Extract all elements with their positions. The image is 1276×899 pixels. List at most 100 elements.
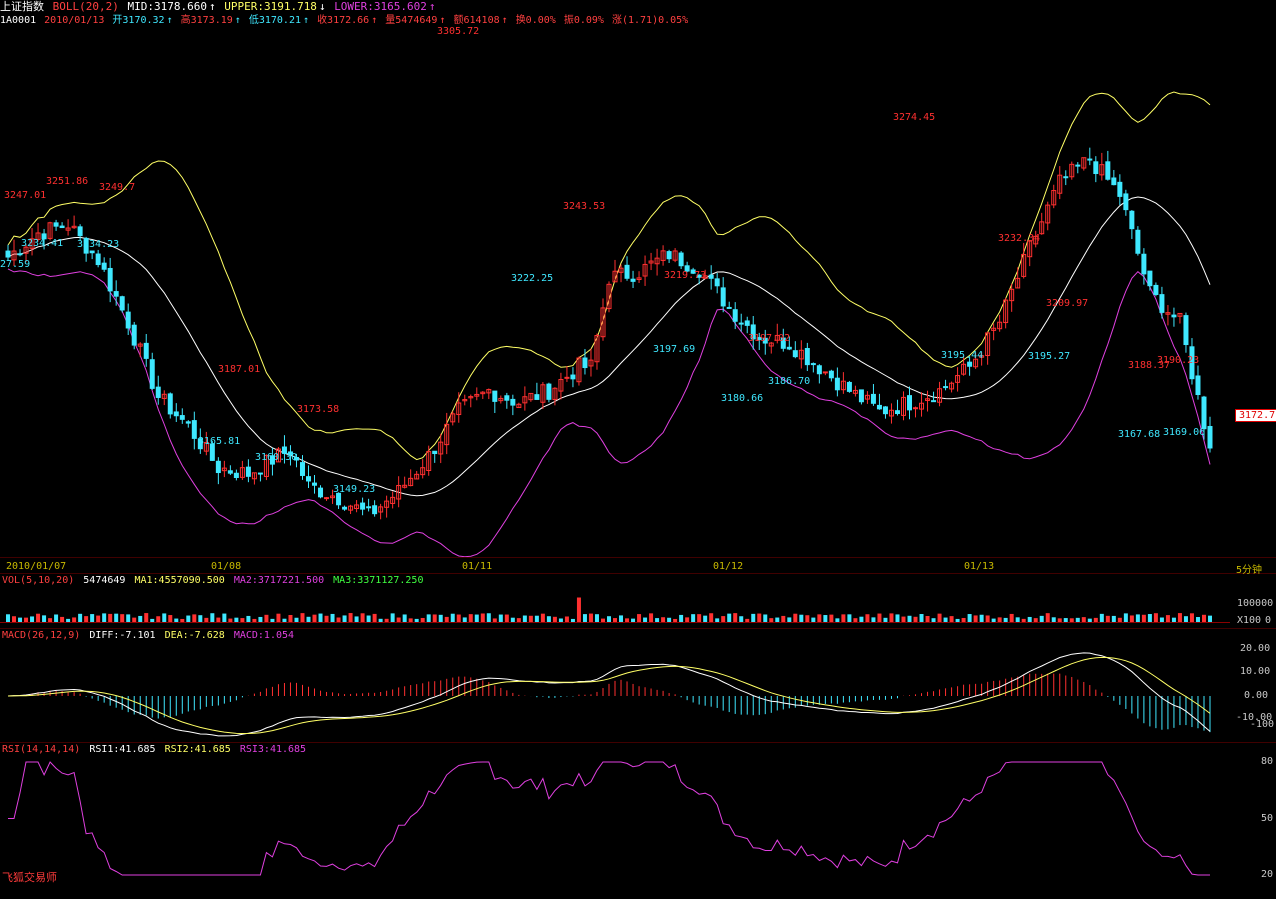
volume-bar <box>631 618 636 622</box>
date-label-1: 2010/01/07 <box>6 561 67 572</box>
rsi-1: RSI1:41.685 <box>89 744 156 755</box>
volume-bar <box>943 617 948 622</box>
index-title: 上证指数 <box>0 0 44 13</box>
candle-body <box>167 393 173 415</box>
volume-bar <box>853 618 858 622</box>
volume-bar <box>54 614 59 622</box>
vol-axis-zero: 0 <box>1265 615 1272 626</box>
low-annotation: 3234.41 <box>21 238 63 249</box>
turnover-value: 换0.00% <box>515 15 556 26</box>
macd-macd: MACD:1.054 <box>233 630 295 641</box>
volume-bar <box>625 618 630 622</box>
volume-header: VOL(5,10,20) 5474649 MA1:4557090.500 MA2… <box>2 575 426 587</box>
vol-ma3: MA3:3371127.250 <box>333 575 424 586</box>
candle-body <box>870 393 876 404</box>
volume-bar <box>528 615 533 622</box>
volume-bar <box>997 617 1002 622</box>
volume-bar <box>84 616 89 622</box>
candle-body <box>582 357 588 369</box>
candle-body <box>846 381 852 392</box>
candle-body <box>1087 158 1093 161</box>
volume-bar <box>450 613 455 622</box>
volume-bar <box>342 615 347 622</box>
volume-bar <box>96 615 101 622</box>
volume-bar <box>919 614 924 622</box>
candle-body <box>504 395 510 401</box>
volume-bar <box>1177 613 1182 622</box>
volume-bar <box>697 614 702 622</box>
candle-body <box>666 251 672 260</box>
candle-body <box>5 250 11 258</box>
volume-bar <box>949 616 954 622</box>
candle-body <box>792 350 798 358</box>
volume-bar <box>570 618 575 622</box>
candle-body <box>894 410 900 415</box>
volume-bar <box>240 618 245 622</box>
volume-bar <box>204 617 209 622</box>
volume-bar <box>1171 617 1176 622</box>
candle-body <box>858 389 864 403</box>
rsi-header: RSI(14,14,14) RSI1:41.685 RSI2:41.685 RS… <box>2 744 309 756</box>
candle-body <box>372 505 378 515</box>
volume-bar <box>120 614 125 622</box>
volume-bar <box>643 617 648 622</box>
boll-lower: LOWER:3165.602 <box>334 0 427 13</box>
period-label: 5分钟 <box>1236 565 1263 576</box>
volume-bar <box>324 615 329 622</box>
candle-body <box>1063 176 1069 179</box>
macd-label: MACD(26,12,9) <box>2 630 81 641</box>
volume-bar <box>1087 618 1092 622</box>
volume-bar <box>1141 614 1146 622</box>
volume-bar <box>162 613 167 622</box>
candle-body <box>967 361 973 367</box>
volume-bar <box>661 617 666 622</box>
volume-bar <box>1093 617 1098 622</box>
candle-body <box>816 365 822 375</box>
volume-bar <box>180 618 185 622</box>
volume-bar <box>781 615 786 622</box>
current-price-tag: 3172.7 <box>1235 409 1276 422</box>
volume-bar <box>552 616 557 622</box>
volume-bar <box>18 617 23 622</box>
volume-bar <box>955 618 960 622</box>
candle-body <box>77 226 83 237</box>
high-annotation: 3251.86 <box>46 176 88 187</box>
candle-body <box>876 404 882 410</box>
volume-bar <box>174 618 179 622</box>
volume-bar <box>703 615 708 622</box>
amount-value: 额614108 <box>453 15 500 26</box>
vol-label: VOL(5,10,20) <box>2 575 75 586</box>
high-annotation: 3219.73 <box>664 270 706 281</box>
volume-bar <box>270 618 275 622</box>
candle-body <box>708 274 714 279</box>
volume-bar <box>510 617 515 622</box>
candle-body <box>534 394 540 400</box>
low-annotation: 3186.70 <box>768 376 810 387</box>
volume-bar <box>985 615 990 622</box>
candle-body <box>1147 270 1153 287</box>
volume-bar <box>1201 614 1206 622</box>
boll-upper: UPPER:3191.718 <box>224 0 317 13</box>
volume-bar <box>895 614 900 622</box>
candle-body <box>366 506 372 509</box>
volume-bar <box>12 616 17 622</box>
volume-bar <box>793 613 798 622</box>
brand-label: 飞狐交易师 <box>2 871 57 884</box>
candle-body <box>143 342 149 359</box>
volume-bar <box>1081 617 1086 622</box>
volume-bar <box>859 616 864 622</box>
candle-body <box>360 502 366 510</box>
vol-ma1: MA1:4557090.500 <box>134 575 225 586</box>
candle-body <box>95 253 101 266</box>
low-annotation: 3167.68 <box>1118 429 1160 440</box>
volume-bar <box>763 614 768 622</box>
candle-body <box>149 359 155 389</box>
volume-bar <box>1147 614 1152 622</box>
vol-axis-unit: X100 <box>1237 615 1262 626</box>
high-annotation: 3173.58 <box>297 404 339 415</box>
volume-bar <box>582 614 587 622</box>
volume-bar <box>865 614 870 622</box>
candle-body <box>492 390 498 402</box>
low-annotation: 27.59 <box>0 259 30 270</box>
macd-diff: DIFF:-7.101 <box>89 630 156 641</box>
